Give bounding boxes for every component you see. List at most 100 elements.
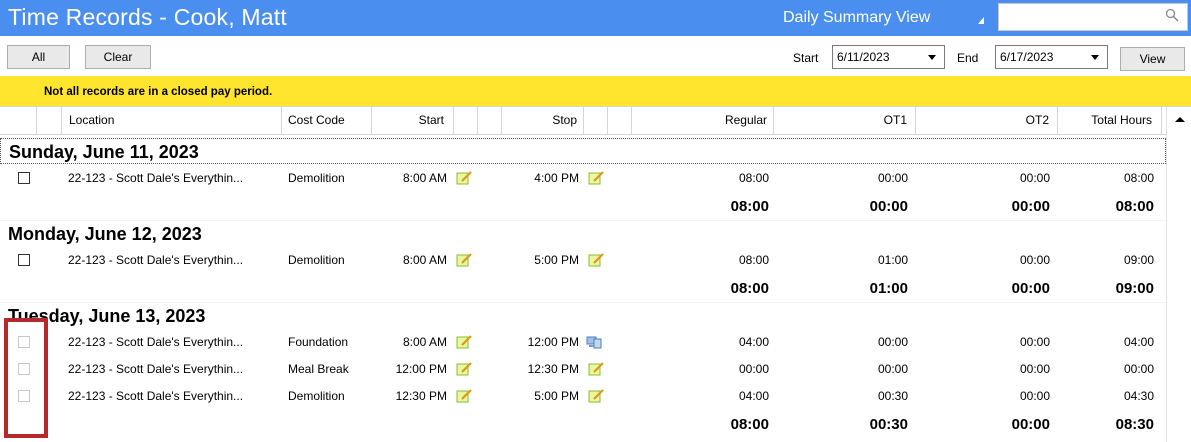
stop-time-cell: 4:00 PM [534, 171, 579, 185]
total-hours-total: 09:00 [1115, 280, 1154, 297]
note-icon[interactable] [456, 171, 472, 185]
start-date-value: 6/11/2023 [837, 50, 890, 64]
ot1-cell: 00:30 [877, 389, 908, 403]
start-time-cell: 12:00 PM [395, 362, 447, 376]
total-hours-total: 08:30 [1115, 416, 1154, 433]
stop-time-cell: 5:00 PM [534, 389, 579, 403]
cost-code-cell: Foundation [288, 335, 349, 349]
note-icon[interactable] [588, 253, 604, 267]
ot2-cell: 00:00 [1019, 171, 1050, 185]
column-header-ot2[interactable]: OT2 [916, 107, 1058, 134]
all-button[interactable]: All [7, 45, 70, 69]
scroll-up-icon[interactable] [1175, 117, 1185, 122]
ot1-cell: 00:00 [877, 362, 908, 376]
ot1-cell: 01:00 [877, 253, 908, 267]
location-cell: 22-123 - Scott Dale's Everythin... [68, 253, 244, 267]
stop-time-cell: 12:00 PM [527, 335, 579, 349]
column-header-start-icon[interactable] [454, 107, 478, 134]
search-icon[interactable] [1165, 8, 1179, 22]
end-date-select[interactable]: 6/17/2023 [995, 45, 1108, 69]
ot2-cell: 00:00 [1019, 335, 1050, 349]
column-header-total-hours[interactable]: Total Hours [1058, 107, 1162, 134]
total-hours-total: 08:00 [1115, 198, 1154, 215]
search-input[interactable] [998, 3, 1188, 31]
column-header-cost-code[interactable]: Cost Code [282, 107, 372, 134]
day-group-header[interactable]: Sunday, June 11, 2023 [0, 138, 1166, 164]
table-row[interactable]: 22-123 - Scott Dale's Everythin... Found… [0, 329, 1166, 356]
total-hours-cell: 00:00 [1123, 362, 1154, 376]
table-row[interactable]: 22-123 - Scott Dale's Everythin... Demol… [0, 383, 1166, 410]
cost-code-cell: Demolition [288, 253, 345, 267]
column-header-start[interactable]: Start [372, 107, 454, 134]
note-icon[interactable] [588, 171, 604, 185]
column-header-stop[interactable]: Stop [502, 107, 584, 134]
note-icon[interactable] [456, 362, 472, 376]
table-row[interactable]: 22-123 - Scott Dale's Everythin... Demol… [0, 247, 1166, 274]
start-date-label: Start [793, 51, 819, 65]
ot1-total: 00:30 [869, 416, 908, 433]
ot2-cell: 00:00 [1019, 362, 1050, 376]
start-time-cell: 8:00 AM [402, 335, 447, 349]
highlight-box [4, 318, 48, 438]
table-row[interactable]: 22-123 - Scott Dale's Everythin... Meal … [0, 356, 1166, 383]
note-icon[interactable] [588, 389, 604, 403]
column-header-spacer[interactable] [478, 107, 502, 134]
column-header-select[interactable] [0, 107, 37, 134]
day-total-row: 08:00 01:00 00:00 09:00 [0, 275, 1166, 302]
chevron-down-icon [1091, 55, 1099, 60]
total-hours-cell: 08:00 [1123, 171, 1154, 185]
grid-header: Location Cost Code Start Stop Regular OT… [0, 107, 1166, 135]
total-hours-cell: 04:00 [1123, 335, 1154, 349]
location-cell: 22-123 - Scott Dale's Everythin... [68, 171, 244, 185]
note-icon[interactable] [588, 362, 604, 376]
stop-time-cell: 12:30 PM [527, 362, 579, 376]
end-date-label: End [957, 51, 979, 65]
note-icon[interactable] [456, 253, 472, 267]
view-button[interactable]: View [1120, 47, 1185, 71]
location-cell: 22-123 - Scott Dale's Everythin... [68, 335, 244, 349]
start-date-select[interactable]: 6/11/2023 [832, 45, 945, 69]
ot2-total: 00:00 [1011, 198, 1050, 215]
regular-total: 08:00 [730, 280, 769, 297]
note-icon[interactable] [456, 389, 472, 403]
chevron-down-icon [928, 55, 936, 60]
column-header-regular[interactable]: Regular [632, 107, 774, 134]
cost-code-cell: Meal Break [288, 362, 349, 376]
cost-code-cell: Demolition [288, 389, 345, 403]
ot1-total: 00:00 [869, 198, 908, 215]
note-icon[interactable] [456, 335, 472, 349]
column-header-location[interactable]: Location [62, 107, 282, 134]
regular-cell: 04:00 [738, 389, 769, 403]
day-group-header[interactable]: Monday, June 12, 2023 [0, 221, 1166, 247]
row-checkbox[interactable] [18, 254, 30, 266]
cost-code-cell: Demolition [288, 171, 345, 185]
ot1-total: 01:00 [869, 280, 908, 297]
day-total-row: 08:00 00:30 00:00 08:30 [0, 411, 1166, 438]
vertical-scrollbar[interactable] [1166, 107, 1191, 442]
column-header-ot1[interactable]: OT1 [774, 107, 916, 134]
location-cell: 22-123 - Scott Dale's Everythin... [68, 389, 244, 403]
ot1-cell: 00:00 [877, 335, 908, 349]
day-group-header[interactable]: Tuesday, June 13, 2023 [0, 303, 1166, 329]
clear-button[interactable]: Clear [85, 45, 151, 69]
computer-icon[interactable] [586, 335, 602, 349]
location-cell: 22-123 - Scott Dale's Everythin... [68, 362, 244, 376]
regular-cell: 08:00 [738, 171, 769, 185]
view-selector-label[interactable]: Daily Summary View [783, 9, 930, 27]
warning-text: Not all records are in a closed pay peri… [44, 86, 273, 98]
regular-total: 08:00 [730, 198, 769, 215]
column-header-flag[interactable] [37, 107, 62, 134]
regular-cell: 08:00 [738, 253, 769, 267]
warning-banner: Not all records are in a closed pay peri… [0, 76, 1191, 106]
table-row[interactable]: 22-123 - Scott Dale's Everythin... Demol… [0, 165, 1166, 192]
ot2-total: 00:00 [1011, 280, 1050, 297]
toolbar: All Clear Start 6/11/2023 End 6/17/2023 … [0, 36, 1191, 76]
day-total-row: 08:00 00:00 00:00 08:00 [0, 193, 1166, 220]
row-checkbox[interactable] [18, 172, 30, 184]
ot2-cell: 00:00 [1019, 389, 1050, 403]
view-dropdown-icon[interactable] [978, 17, 984, 24]
title-bar: Time Records - Cook, Matt Daily Summary … [0, 0, 1191, 36]
regular-cell: 00:00 [738, 362, 769, 376]
column-header-stop-icon[interactable] [584, 107, 608, 134]
column-header-spacer-2[interactable] [608, 107, 632, 134]
